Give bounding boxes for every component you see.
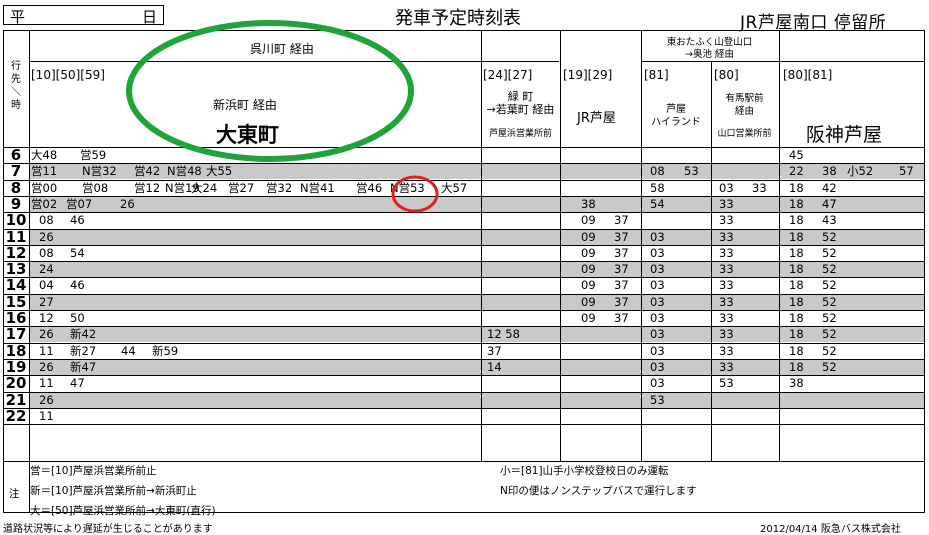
green-ellipse-annotation: [126, 20, 414, 162]
red-circle-annotation: [391, 175, 439, 213]
annotation-overlay: [126, 20, 439, 213]
